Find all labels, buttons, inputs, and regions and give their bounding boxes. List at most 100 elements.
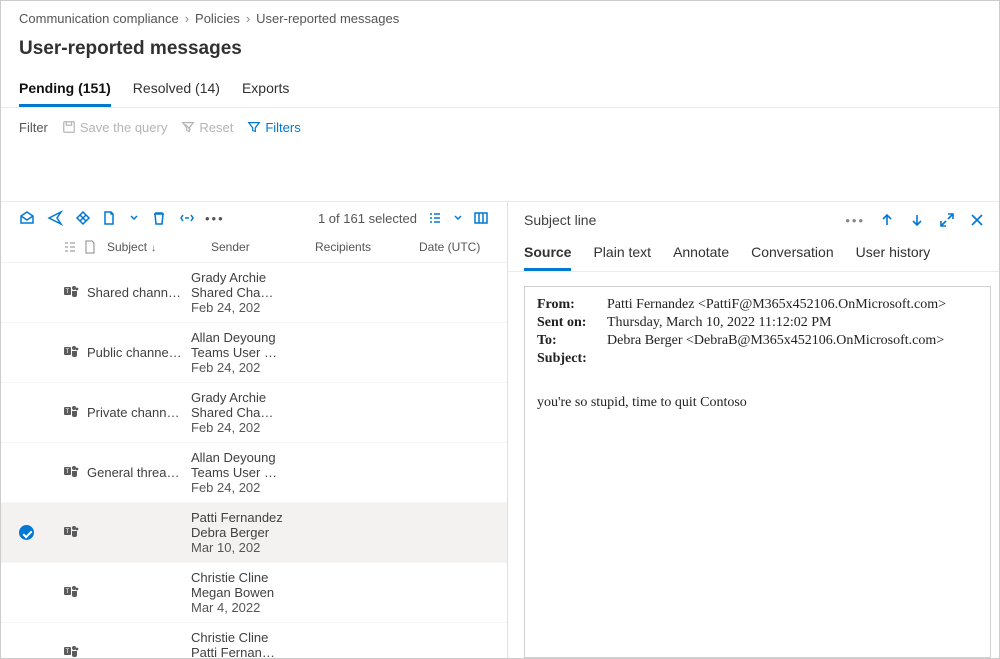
row-date: Feb 24, 202 [191,300,287,315]
prev-item-icon[interactable] [879,212,895,228]
row-subject: Private channel sub... [87,405,191,420]
teams-icon: T [63,463,87,482]
detail-tabs: Source Plain text Annotate Conversation … [508,234,999,272]
row-date: Mar 10, 202 [191,540,279,555]
view-dropdown-icon[interactable] [453,213,463,223]
row-recipients: Debra Berger Mar 10, 202 [191,525,287,555]
row-sender: Grady Archie Shared Channel Tes...Feb 24… [191,270,295,315]
teams-icon: T [63,403,87,422]
row-recipients: Shared Channel Tes... [191,405,287,420]
row-date: Feb 24, 202 [191,480,287,495]
document-dropdown-icon[interactable] [129,213,139,223]
row-subject: Public channel subj... [87,345,191,360]
msg-to-label: To: [537,333,599,349]
row-subject: General thread sub... [87,465,191,480]
msg-to-value: Debra Berger <DebraB@M365x452106.OnMicro… [607,333,944,349]
row-date: Feb 24, 202 [191,360,287,375]
row-recipients: Patti Fernandez Mar 4, 2022 [191,645,287,658]
detail-more-button[interactable]: ••• [845,213,865,228]
svg-text:T: T [66,469,70,475]
breadcrumb-item[interactable]: Policies [195,11,240,26]
row-sender: Allan Deyoung Teams User Reporti...Feb 2… [191,450,295,495]
document-icon[interactable] [101,210,117,226]
teams-icon: T [63,343,87,362]
row-sender: Allan Deyoung Teams User Reporti...Feb 2… [191,330,295,375]
row-recipients: Teams User Reporti... [191,345,287,360]
detail-tab-plaintext[interactable]: Plain text [593,238,651,271]
main-tabs: Pending (151) Resolved (14) Exports [1,74,999,108]
detail-tab-userhistory[interactable]: User history [856,238,931,271]
expand-pane-icon[interactable] [939,212,955,228]
sort-desc-icon: ↓ [151,243,156,254]
detail-tab-source[interactable]: Source [524,238,571,271]
save-query-button[interactable]: Save the query [62,120,167,135]
column-recipients[interactable]: Recipients [315,240,419,254]
message-list-pane: ••• 1 of 161 selected [1,202,508,658]
breadcrumb-item[interactable]: Communication compliance [19,11,179,26]
svg-text:T: T [66,409,70,415]
view-list-button[interactable] [427,210,443,226]
breadcrumb-sep: › [185,11,189,26]
column-sender[interactable]: Sender [211,240,315,254]
filter-button[interactable]: Filter [19,120,48,135]
svg-text:T: T [66,649,70,655]
detail-tab-annotate[interactable]: Annotate [673,238,729,271]
send-icon[interactable] [47,210,63,226]
filters-button[interactable]: Filters [247,120,300,135]
row-date: Feb 24, 202 [191,420,287,435]
tab-pending[interactable]: Pending (151) [19,74,111,107]
table-row[interactable]: TChristie Cline Megan Bowen Mar 4, 2022 [1,563,507,623]
breadcrumb-sep: › [246,11,250,26]
row-recipients: Megan Bowen Mar 4, 2022 [191,585,287,615]
delete-icon[interactable] [151,210,167,226]
content-area: ••• 1 of 161 selected [1,201,999,658]
message-source-box: From: Patti Fernandez <PattiF@M365x452106… [524,286,991,658]
next-item-icon[interactable] [909,212,925,228]
row-date: Mar 4, 2022 [191,600,279,615]
list-toolbar: ••• 1 of 161 selected [1,202,507,234]
msg-from-label: From: [537,297,599,313]
selection-count: 1 of 161 selected [318,211,417,226]
row-sender: Patti Fernandez Debra Berger Mar 10, 202 [191,510,295,555]
detail-pane: Subject line ••• Source Plain text Annot… [508,202,999,658]
link-icon[interactable] [179,210,195,226]
message-rows: TShared channel su...Grady Archie Shared… [1,263,507,658]
more-actions-button[interactable]: ••• [205,211,225,226]
row-recipients: Teams User Reporti... [191,465,287,480]
breadcrumb-item[interactable]: User-reported messages [256,11,399,26]
mail-open-icon[interactable] [19,210,35,226]
table-row[interactable]: TShared channel su...Grady Archie Shared… [1,263,507,323]
msg-sent-label: Sent on: [537,315,599,331]
svg-text:T: T [66,589,70,595]
close-pane-icon[interactable] [969,212,985,228]
table-row[interactable]: TPublic channel subj...Allan Deyoung Tea… [1,323,507,383]
teams-icon: T [63,283,87,302]
reset-button[interactable]: Reset [181,120,233,135]
message-body: you're so stupid, time to quit Contoso [537,395,978,411]
tag-clear-icon[interactable] [75,210,91,226]
tab-resolved[interactable]: Resolved (14) [133,74,220,107]
table-row[interactable]: T Private channel sub...Grady Archie Shar… [1,383,507,443]
detail-tab-conversation[interactable]: Conversation [751,238,834,271]
column-date[interactable]: Date (UTC) [419,240,489,254]
row-checked-icon[interactable] [19,525,34,540]
table-row[interactable]: T Patti Fernandez Debra Berger Mar 10, 20… [1,503,507,563]
msg-from-value: Patti Fernandez <PattiF@M365x452106.OnMi… [607,297,946,313]
view-grouped-icon[interactable] [63,240,77,254]
table-row[interactable]: T General thread sub...Allan Deyoung Team… [1,443,507,503]
column-headers: Subject↓ Sender Recipients Date (UTC) [1,234,507,263]
column-options-button[interactable] [473,210,489,226]
doc-header-icon[interactable] [83,240,97,254]
row-sender: Christie Cline Patti Fernandez Mar 4, 20… [191,630,295,658]
table-row[interactable]: T Christie Cline Patti Fernandez Mar 4, 2… [1,623,507,658]
tab-exports[interactable]: Exports [242,74,289,107]
teams-icon: T [63,643,87,658]
teams-icon: T [63,583,87,602]
row-recipients: Shared Channel Tes... [191,285,287,300]
row-sender: Grady Archie Shared Channel Tes...Feb 24… [191,390,295,435]
teams-icon: T [63,523,87,542]
column-subject[interactable]: Subject↓ [107,240,211,254]
detail-header: Subject line ••• [508,202,999,234]
page-title: User-reported messages [1,30,999,74]
breadcrumb: Communication compliance › Policies › Us… [1,1,999,30]
